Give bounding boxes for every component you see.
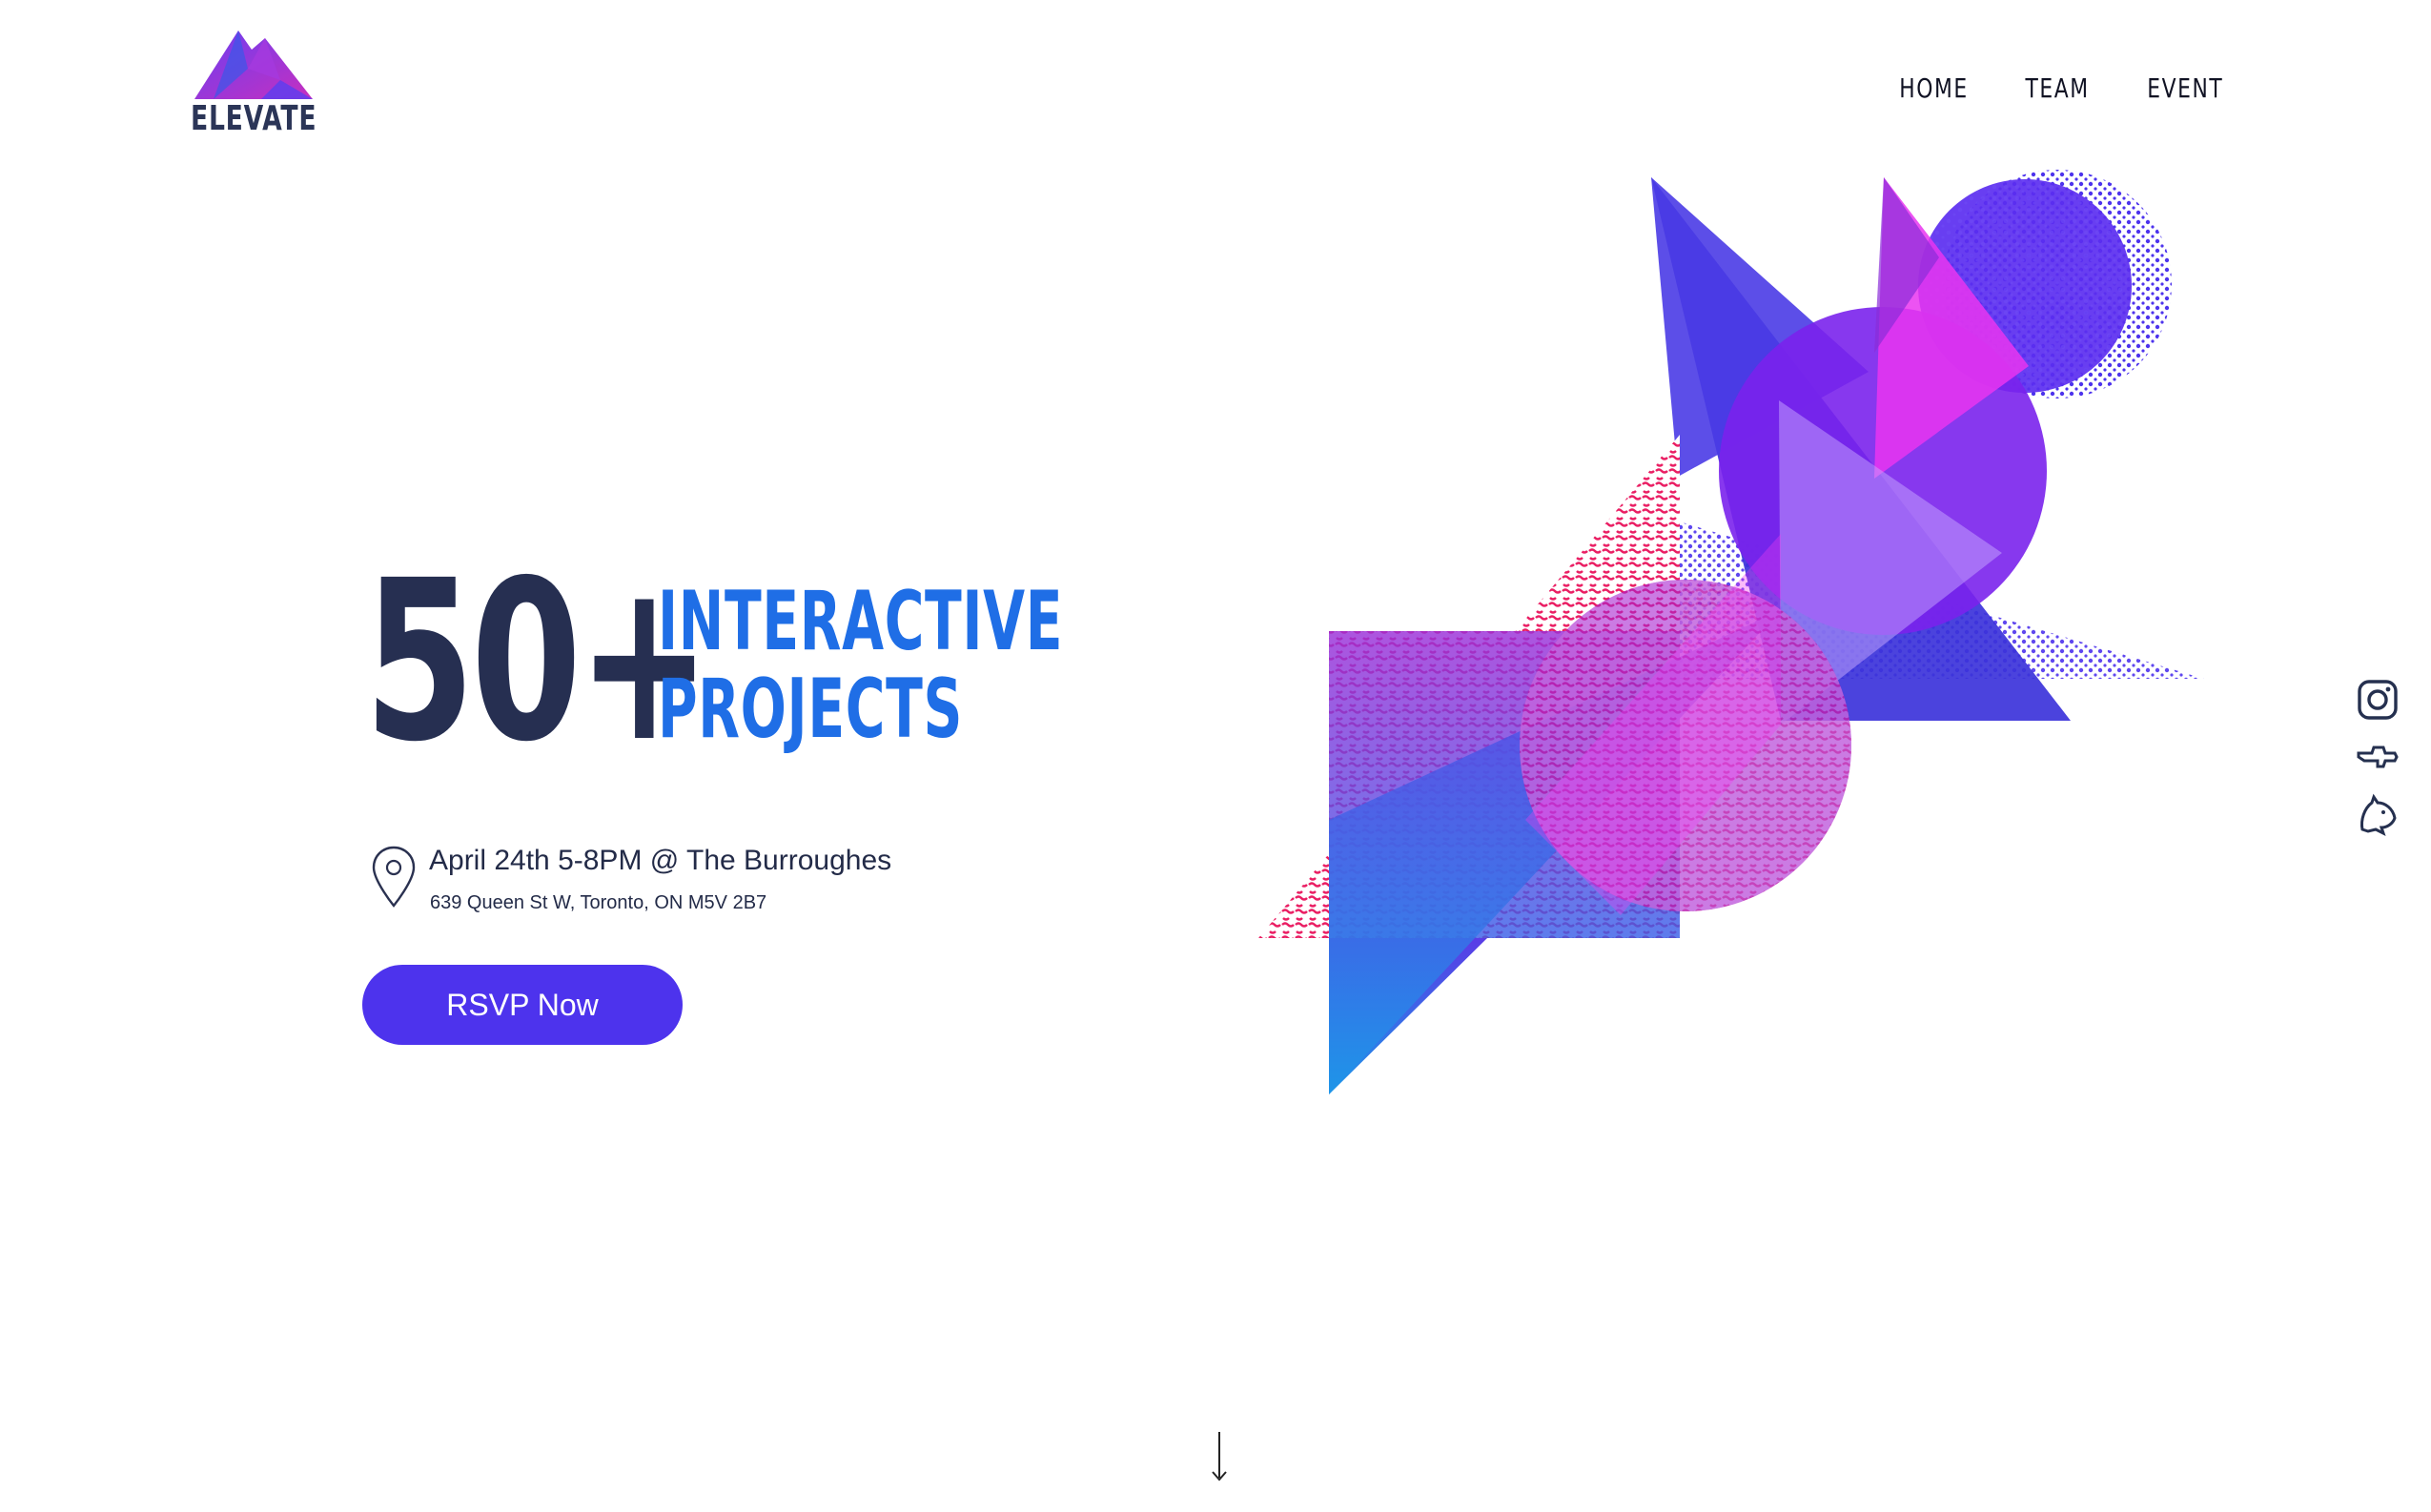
dotted-circle	[1943, 170, 2172, 398]
headline-line-2: PROJECTS	[658, 662, 963, 757]
nav-team[interactable]: TEAM	[2026, 72, 2090, 104]
instagram-icon[interactable]	[2355, 677, 2400, 723]
location-pin-icon	[372, 846, 416, 908]
nav-event[interactable]: EVENT	[2148, 72, 2224, 104]
logo[interactable]: ELEVATE	[191, 31, 317, 143]
bear-icon[interactable]	[2355, 791, 2400, 837]
mountain-logo-icon	[194, 31, 313, 99]
event-details: April 24th 5-8PM @ The Burroughes	[429, 845, 892, 876]
social-links	[2355, 677, 2406, 848]
rsvp-button[interactable]: RSVP Now	[362, 965, 683, 1045]
nav-home[interactable]: HOME	[1900, 72, 1970, 104]
logo-text: ELEVATE	[191, 99, 317, 138]
projects-count: 50+	[364, 533, 711, 790]
projects-headline: INTERACTIVE PROJECTS	[658, 578, 1063, 753]
event-address: 639 Queen St W, Toronto, ON M5V 2B7	[430, 892, 767, 913]
scroll-down-arrow-icon[interactable]	[1207, 1430, 1232, 1485]
headline-line-1: INTERACTIVE	[658, 574, 1064, 669]
main-nav: HOME TEAM EVENT	[1890, 72, 2235, 104]
airplane-icon[interactable]	[2355, 734, 2400, 780]
